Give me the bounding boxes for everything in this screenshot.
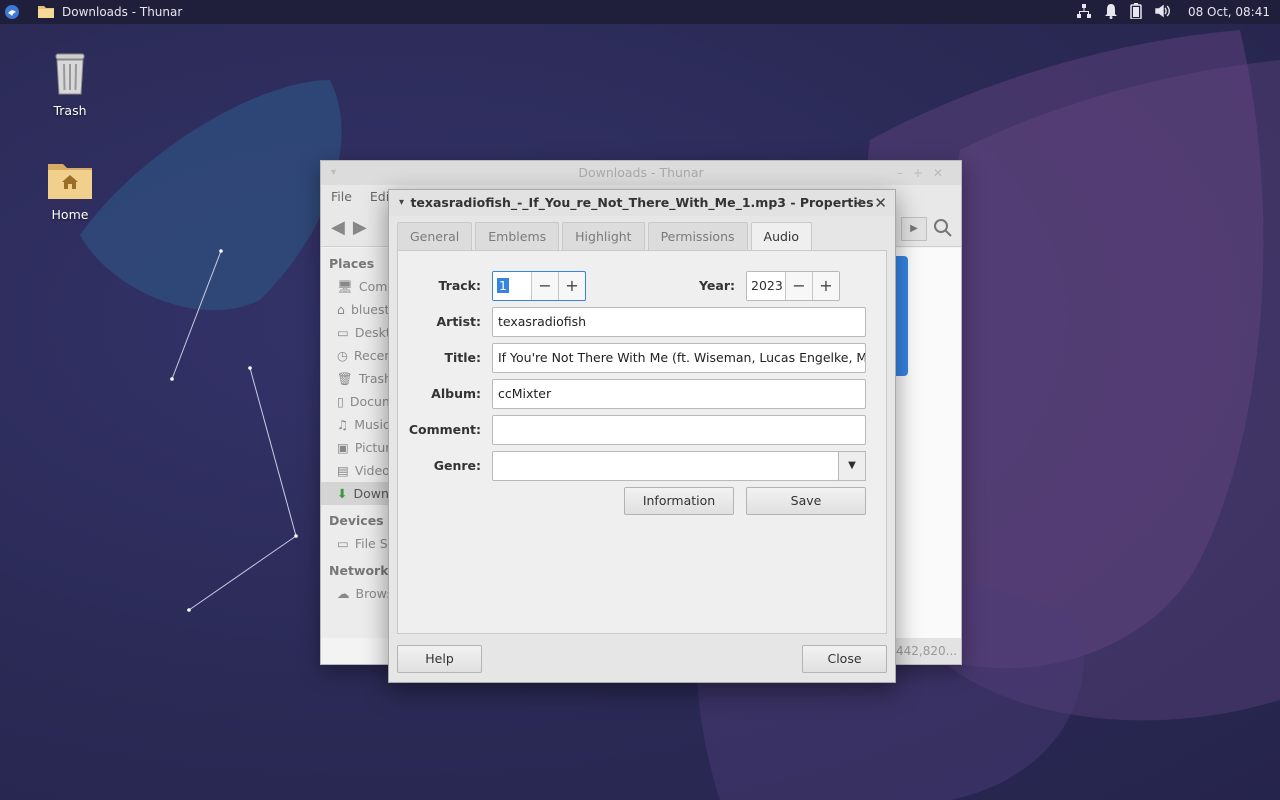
battery-icon[interactable] (1130, 2, 1142, 22)
status-bar: 442,820... (896, 638, 961, 664)
trash-label: Trash (53, 103, 87, 118)
network-icon[interactable] (1076, 3, 1092, 22)
file-view[interactable] (896, 248, 961, 638)
close-icon[interactable]: ✕ (874, 190, 887, 216)
tab-emblems[interactable]: Emblems (475, 222, 560, 252)
maximize-icon[interactable]: + (855, 190, 865, 216)
close-button[interactable]: Close (802, 645, 887, 673)
tab-highlight[interactable]: Highlight (562, 222, 645, 252)
track-spinner: 1 − + (492, 271, 586, 301)
places-heading: Places (329, 256, 375, 271)
chevron-down-icon: ▼ (848, 460, 856, 471)
home-icon: ⌂ (337, 302, 345, 317)
window-menu-icon[interactable]: ▾ (399, 190, 404, 216)
system-tray: 08 Oct, 08:41 (1076, 0, 1270, 24)
clock[interactable]: 08 Oct, 08:41 (1188, 5, 1270, 19)
taskbar-button-thunar[interactable]: Downloads - Thunar (38, 4, 182, 21)
desktop-home[interactable]: Home (30, 160, 110, 222)
help-button[interactable]: Help (397, 645, 482, 673)
properties-dialog: ▾ texasradiofish_-_If_You_re_Not_There_W… (388, 189, 896, 683)
tab-audio[interactable]: Audio (750, 222, 813, 253)
album-label: Album: (431, 386, 481, 401)
thunar-sidebar: Places 🖥Computer ⌂bluestar ▭Desktop ◷Rec… (321, 248, 396, 638)
sidebar-item-downloads[interactable]: ⬇Downloads (321, 482, 396, 505)
track-increment-button[interactable]: + (558, 272, 585, 300)
menu-file[interactable]: File (331, 189, 352, 204)
network-heading: Network (329, 563, 389, 578)
volume-icon[interactable] (1154, 3, 1172, 22)
sidebar-item-browse-network[interactable]: ☁Browse Network (321, 582, 396, 605)
audio-tab-page: Track: 1 − + Year: 2023 − + Artist: texa… (397, 250, 887, 634)
taskbar-window-title: Downloads - Thunar (62, 5, 183, 19)
drive-icon: ▭ (337, 536, 349, 551)
selected-file-highlight[interactable] (896, 256, 908, 376)
sidebar-item-label: Trash (358, 371, 392, 386)
search-icon[interactable] (933, 218, 953, 242)
genre-dropdown-button[interactable]: ▼ (838, 451, 866, 481)
genre-label: Genre: (433, 458, 481, 473)
pictures-icon: ▣ (337, 440, 349, 455)
window-menu-icon[interactable]: ▾ (331, 161, 336, 185)
year-spinner: 2023 − + (746, 271, 840, 301)
back-forward-icons[interactable]: ◀▶ (331, 217, 375, 238)
tab-bar: General Emblems Highlight Permissions Au… (397, 222, 813, 253)
comment-field[interactable] (492, 415, 866, 445)
desktop-icon: ▭ (337, 325, 349, 340)
computer-icon: 🖥 (337, 278, 353, 294)
track-input[interactable]: 1 (493, 272, 531, 300)
sidebar-item-filesystem[interactable]: ▭File System (321, 532, 396, 555)
devices-heading: Devices (329, 513, 384, 528)
trash-small-icon: 🗑 (337, 370, 353, 386)
title-label: Title: (444, 350, 481, 365)
document-icon: ▯ (337, 394, 344, 409)
genre-combo-entry[interactable] (492, 451, 839, 481)
notification-bell-icon[interactable] (1104, 3, 1118, 22)
sidebar-item-videos[interactable]: ▤ Videos (321, 459, 396, 482)
window-buttons[interactable]: –+✕ (897, 161, 953, 185)
artist-field[interactable]: texasradiofish (492, 307, 866, 337)
folder-icon (38, 4, 54, 21)
thunar-titlebar[interactable]: ▾ Downloads - Thunar –+✕ (321, 161, 961, 185)
sidebar-item-desktop[interactable]: ▭Desktop (321, 321, 396, 344)
music-icon: ♫ (337, 417, 349, 432)
cloud-icon: ☁ (337, 586, 350, 601)
status-text: 442,820... (896, 644, 958, 658)
home-label: Home (51, 207, 89, 222)
sidebar-item-home[interactable]: ⌂bluestar (321, 298, 396, 321)
artist-label: Artist: (436, 314, 481, 329)
sidebar-item-label: Music (354, 417, 390, 432)
sidebar-item-documents[interactable]: ▯Documents (321, 390, 396, 413)
sidebar-item-computer[interactable]: 🖥Computer (321, 275, 396, 298)
tab-general[interactable]: General (397, 222, 473, 252)
downloads-icon: ⬇ (337, 486, 348, 501)
desktop-trash[interactable]: Trash (30, 50, 110, 118)
dialog-titlebar[interactable]: ▾ texasradiofish_-_If_You_re_Not_There_W… (389, 190, 895, 216)
path-scroll-right-button[interactable]: ▶ (901, 217, 927, 241)
home-folder-icon (47, 164, 93, 203)
comment-label: Comment: (408, 422, 481, 437)
year-label: Year: (699, 278, 735, 293)
information-button[interactable]: Information (624, 487, 734, 515)
sidebar-item-pictures[interactable]: ▣Pictures (321, 436, 396, 459)
year-input[interactable]: 2023 (747, 272, 785, 300)
save-button[interactable]: Save (746, 487, 866, 515)
dialog-title: texasradiofish_-_If_You_re_Not_There_Wit… (410, 195, 874, 210)
thunar-title: Downloads - Thunar (578, 165, 704, 180)
year-decrement-button[interactable]: − (785, 272, 812, 300)
album-field[interactable]: ccMixter (492, 379, 866, 409)
whisker-menu-icon[interactable] (0, 0, 24, 24)
title-field[interactable]: If You're Not There With Me (ft. Wiseman… (492, 343, 866, 373)
sidebar-item-music[interactable]: ♫ Music (321, 413, 396, 436)
track-value: 1 (497, 278, 509, 293)
recent-icon: ◷ (337, 348, 348, 363)
tab-permissions[interactable]: Permissions (647, 222, 748, 252)
year-increment-button[interactable]: + (812, 272, 839, 300)
top-panel: Downloads - Thunar 08 Oct, 08:41 (0, 0, 1280, 24)
track-decrement-button[interactable]: − (531, 272, 558, 300)
videos-icon: ▤ (337, 463, 349, 478)
track-label: Track: (438, 278, 481, 293)
sidebar-item-recent[interactable]: ◷ Recent (321, 344, 396, 367)
sidebar-item-trash[interactable]: 🗑 Trash (321, 367, 396, 390)
trash-icon (50, 53, 90, 99)
